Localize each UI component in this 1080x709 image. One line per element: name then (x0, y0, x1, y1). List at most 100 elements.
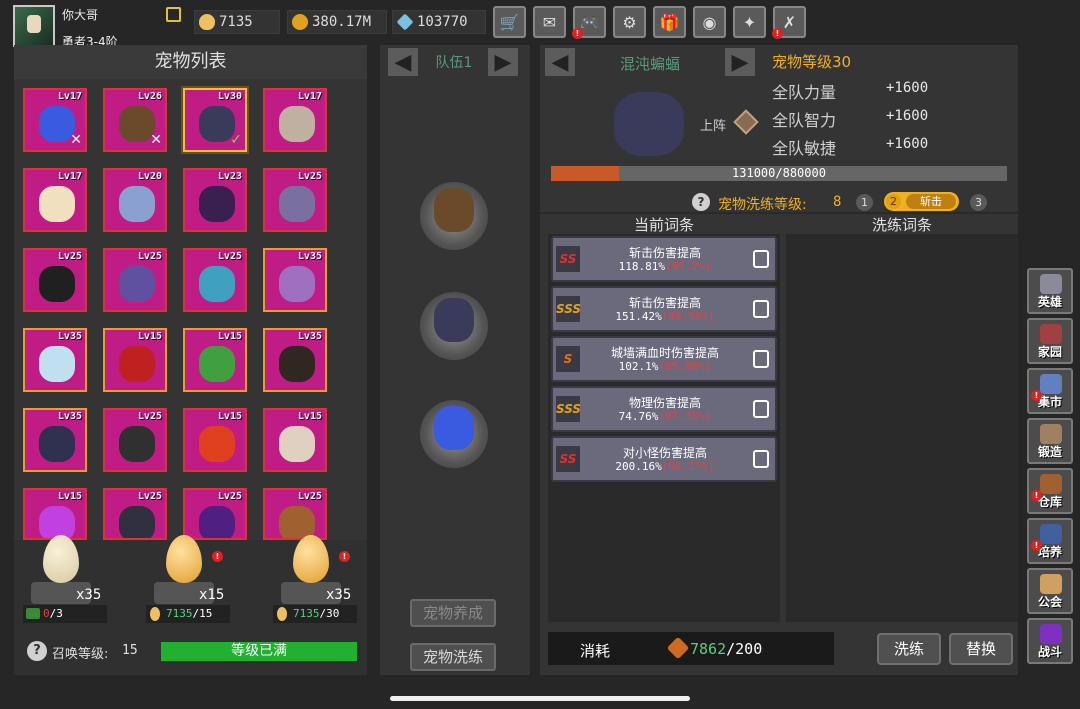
pet-card[interactable]: Lv20 (103, 168, 167, 232)
refine-entry[interactable]: SS 斩击伤害提高 118.81%(95.2%) (551, 236, 777, 282)
lock-icon[interactable] (753, 250, 769, 268)
mail-icon: ✉ (542, 12, 557, 32)
side-nav-flask[interactable]: 培养! (1027, 518, 1073, 564)
home-indicator[interactable] (390, 696, 690, 701)
pet-level-label: Lv25 (137, 491, 162, 502)
top-button-gear[interactable]: ⚙ (613, 6, 646, 38)
pet-card[interactable]: Lv15 (183, 328, 247, 392)
team-prev-button[interactable]: ◀ (388, 48, 418, 76)
stat-label: 全队力量 (772, 83, 837, 102)
edit-icon[interactable] (166, 7, 181, 22)
chevron-right-icon: ▶ (731, 49, 749, 75)
pet-level-label: Lv25 (297, 171, 322, 182)
pet-card[interactable]: Lv15 (23, 488, 87, 540)
refine-tab-1[interactable]: 1 (856, 194, 873, 211)
top-button-gamepad[interactable]: 🎮! (572, 6, 606, 39)
refine-button[interactable]: 洗练 (877, 633, 941, 665)
side-nav-label: 英雄 (1037, 295, 1062, 309)
side-nav-castle[interactable]: 家园 (1027, 318, 1073, 364)
pet-sprite (434, 298, 474, 342)
pet-card[interactable]: Lv17 (263, 88, 327, 152)
pet-card[interactable]: Lv25 (183, 248, 247, 312)
side-nav-guild[interactable]: 公会 (1027, 568, 1073, 614)
summon-cost-value: 0 (43, 607, 50, 620)
refine-tab-2-label: 斩击 (906, 194, 956, 209)
pet-card[interactable]: Lv25 (263, 168, 327, 232)
pet-train-button[interactable]: 宠物养成 (410, 599, 496, 627)
pet-card[interactable]: Lv35 (23, 328, 87, 392)
pet-card[interactable]: Lv15 (263, 408, 327, 472)
side-nav-chest[interactable]: 仓库! (1027, 468, 1073, 514)
player-avatar[interactable] (13, 5, 55, 47)
entry-max: (96.23%) (661, 460, 715, 473)
egg-count: x35 (76, 587, 102, 603)
rank-badge: SSS (556, 296, 581, 322)
summon-cost-1[interactable]: 0/3 (23, 605, 107, 623)
team-slot-3[interactable] (420, 400, 488, 468)
entry-name: 斩击伤害提高 (628, 296, 701, 310)
side-nav-anvil[interactable]: 锻造 (1027, 418, 1073, 464)
refine-entries-header: 洗练词条 (871, 216, 932, 234)
pet-level-label: Lv25 (297, 491, 322, 502)
stat-value: +1600 (886, 108, 929, 124)
refine-tab-3[interactable]: 3 (970, 194, 987, 211)
top-button-gift[interactable]: 🎁 (653, 6, 686, 38)
pet-level-label: Lv25 (217, 491, 242, 502)
help-icon[interactable]: ? (27, 641, 47, 661)
refine-entry[interactable]: SS 对小怪伤害提高 200.16%(96.23%) (551, 436, 777, 482)
top-button-rune[interactable]: ✦ (733, 6, 766, 38)
pet-card[interactable]: Lv30 ✓ (183, 88, 247, 152)
refine-entry[interactable]: SSS 斩击伤害提高 151.42%(98.58%) (551, 286, 777, 332)
top-button-tools[interactable]: ✗! (772, 6, 806, 39)
pet-prev-button[interactable]: ◀ (545, 48, 575, 76)
lock-icon[interactable] (753, 400, 769, 418)
egg-count: x15 (199, 587, 225, 603)
refine-entry[interactable]: S 城墙满血时伤害提高 102.1%(85.08%) (551, 336, 777, 382)
team-slot-2[interactable] (420, 292, 488, 360)
team-next-button[interactable]: ▶ (488, 48, 518, 76)
side-nav-market[interactable]: 集市! (1027, 368, 1073, 414)
lock-icon[interactable] (753, 350, 769, 368)
top-button-cart[interactable]: 🛒 (493, 6, 526, 38)
pet-card[interactable]: Lv25 (23, 248, 87, 312)
pet-next-button[interactable]: ▶ (725, 48, 755, 76)
pet-card[interactable]: Lv25 (103, 488, 167, 540)
pet-card[interactable]: Lv35 (263, 328, 327, 392)
pet-card[interactable]: Lv17 ✕ (23, 88, 87, 152)
pet-refine-button[interactable]: 宠物洗练 (410, 643, 496, 671)
pet-level-label: Lv17 (57, 171, 82, 182)
lock-icon[interactable] (753, 300, 769, 318)
refine-entry[interactable]: SSS 物理伤害提高 74.76%(97.35%) (551, 386, 777, 432)
pet-card[interactable]: Lv25 (103, 408, 167, 472)
pet-card[interactable]: Lv35 (23, 408, 87, 472)
summon-cost-2[interactable]: 7135/15 (146, 605, 230, 623)
pet-card[interactable]: Lv23 (183, 168, 247, 232)
chevron-left-icon: ◀ (551, 49, 569, 75)
entry-max: (85.08%) (658, 360, 712, 373)
pet-card[interactable]: Lv26 ✕ (103, 88, 167, 152)
pet-sprite (199, 426, 235, 462)
pet-card[interactable]: Lv17 (23, 168, 87, 232)
entry-value-line: 118.81%(95.2%) (585, 260, 745, 273)
pet-sprite (199, 346, 235, 382)
side-nav-portal[interactable]: 战斗 (1027, 618, 1073, 664)
entry-value: 102.1% (618, 360, 659, 373)
pet-card[interactable]: Lv15 (183, 408, 247, 472)
side-nav-helmet[interactable]: 英雄 (1027, 268, 1073, 314)
exp-text: 131000/880000 (732, 166, 826, 180)
summon-cost-3[interactable]: 7135/30 (273, 605, 357, 623)
lock-icon[interactable] (753, 450, 769, 468)
help-icon[interactable]: ? (692, 193, 710, 211)
team-slot-1[interactable] (420, 182, 488, 250)
pet-card[interactable]: Lv35 (263, 248, 327, 312)
pet-card[interactable]: Lv25 (183, 488, 247, 540)
pet-card[interactable]: Lv25 (263, 488, 327, 540)
top-button-mail[interactable]: ✉ (533, 6, 566, 38)
close-icon: ✕ (150, 132, 162, 148)
replace-button[interactable]: 替换 (949, 633, 1013, 665)
top-button-wheel[interactable]: ◉ (693, 6, 726, 38)
rank-badge: S (556, 346, 580, 372)
pet-card[interactable]: Lv15 (103, 328, 167, 392)
refine-tab-2[interactable]: 2 斩击 (884, 192, 959, 211)
pet-card[interactable]: Lv25 (103, 248, 167, 312)
